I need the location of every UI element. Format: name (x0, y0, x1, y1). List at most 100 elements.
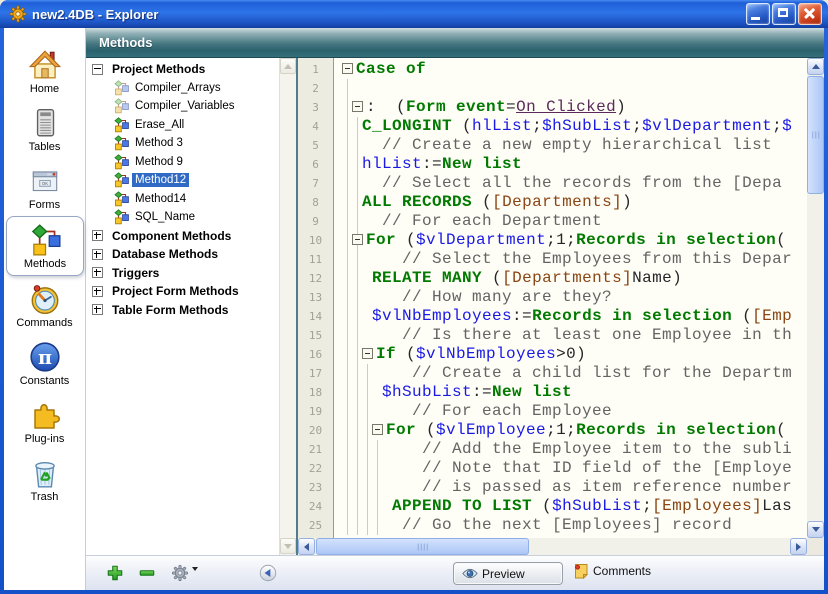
arrow-down-icon (812, 527, 820, 532)
code-line[interactable]: For ($vlDepartment;1;Records in selectio… (342, 231, 807, 250)
tree-item-compiler-variables[interactable]: Compiler_Variables (86, 97, 280, 116)
line-number: 18 (298, 383, 333, 402)
plus-icon (106, 564, 124, 582)
tree-item-component-methods[interactable]: Component Methods (86, 227, 280, 246)
svg-text:π: π (38, 345, 52, 368)
line-number-gutter: 1234567891011121314151617181920212223242… (298, 58, 334, 538)
preview-button[interactable]: Preview (453, 562, 563, 585)
expand-box-icon[interactable] (92, 304, 103, 315)
close-button[interactable] (798, 3, 822, 25)
code-area[interactable]: Case of : (Form event=On Clicked) C_LONG… (335, 58, 807, 538)
collapse-panel-button[interactable] (258, 563, 278, 583)
tree-item-project-methods[interactable]: Project Methods (86, 60, 280, 79)
methods-tree: Project MethodsCompiler_ArraysCompiler_V… (86, 59, 280, 555)
code-line[interactable]: $hSubList:=New list (342, 383, 807, 402)
code-line[interactable]: // Note that ID field of the [Employe (342, 459, 807, 478)
code-line[interactable]: : (Form event=On Clicked) (342, 98, 807, 117)
fold-collapse-icon[interactable] (352, 234, 363, 245)
tree-item-sql-name[interactable]: SQL_Name (86, 208, 280, 227)
code-line[interactable]: Case of (342, 60, 807, 79)
minimize-button[interactable] (746, 3, 770, 25)
tree-item-label: Triggers (109, 265, 162, 281)
sidebar-item-commands[interactable]: Commands (4, 276, 85, 334)
code-line[interactable]: // is passed as item reference number (342, 478, 807, 497)
sidebar-item-methods[interactable]: Methods (6, 216, 84, 276)
tree-item-database-methods[interactable]: Database Methods (86, 245, 280, 264)
code-line[interactable]: hlList:=New list (342, 155, 807, 174)
tree-item-method-3[interactable]: Method 3 (86, 134, 280, 153)
method-icon (113, 172, 129, 188)
code-line[interactable]: // Select the Employees from this Depar (342, 250, 807, 269)
sidebar-item-tables[interactable]: Tables (4, 100, 85, 158)
options-gear-button[interactable] (170, 563, 190, 583)
method-icon (113, 135, 129, 151)
tree-item-project-form-methods[interactable]: Project Form Methods (86, 282, 280, 301)
sidebar-item-constants[interactable]: πConstants (4, 334, 85, 392)
scroll-up-button[interactable] (280, 58, 296, 74)
svg-text:OK: OK (41, 181, 47, 186)
sidebar-item-trash[interactable]: Trash (4, 450, 85, 508)
scroll-right-button[interactable] (790, 538, 807, 555)
bottom-toolbar: Preview Comments (86, 555, 824, 590)
code-line[interactable]: $vlNbEmployees:=Records in selection ([E… (342, 307, 807, 326)
code-line[interactable]: // Add the Employee item to the subli (342, 440, 807, 459)
scroll-left-button[interactable] (298, 538, 315, 555)
code-line[interactable]: // Create a new empty hierarchical list (342, 136, 807, 155)
tree-item-label: Project Form Methods (109, 283, 242, 299)
methods-icon (28, 223, 62, 257)
tree-item-table-form-methods[interactable]: Table Form Methods (86, 301, 280, 320)
vertical-scrollbar[interactable] (807, 58, 824, 538)
code-editor[interactable]: 1234567891011121314151617181920212223242… (296, 58, 824, 555)
tree-item-method12[interactable]: Method12 (86, 171, 280, 190)
scroll-up-button[interactable] (807, 58, 824, 75)
code-line[interactable]: RELATE MANY ([Departments]Name) (342, 269, 807, 288)
expand-box-icon[interactable] (92, 230, 103, 241)
code-line[interactable]: // Is there at least one Employee in th (342, 326, 807, 345)
code-line[interactable]: // For each Employee (342, 402, 807, 421)
app-gear-icon[interactable] (9, 5, 27, 23)
line-number: 24 (298, 497, 333, 516)
expand-box-icon[interactable] (92, 249, 103, 260)
expand-box-icon[interactable] (92, 286, 103, 297)
code-line[interactable]: If ($vlNbEmployees>0) (342, 345, 807, 364)
collapse-box-icon[interactable] (92, 64, 103, 75)
tree-item-label: Component Methods (109, 228, 234, 244)
code-line[interactable]: ALL RECORDS ([Departments]) (342, 193, 807, 212)
code-line[interactable]: // Go the next [Employees] record (342, 516, 807, 535)
tree-item-label: SQL_Name (132, 210, 198, 224)
expand-box-icon[interactable] (92, 267, 103, 278)
code-line[interactable] (342, 79, 807, 98)
options-dropdown-arrow[interactable] (192, 571, 198, 589)
code-line[interactable]: APPEND TO LIST ($hSubList;[Employees]Las (342, 497, 807, 516)
scroll-down-button[interactable] (807, 521, 824, 538)
code-line[interactable]: For ($vlEmployee;1;Records in selection( (342, 421, 807, 440)
code-line[interactable]: // Select all the records from the [Depa (342, 174, 807, 193)
maximize-button[interactable] (772, 3, 796, 25)
fold-collapse-icon[interactable] (352, 101, 363, 112)
vertical-scroll-thumb[interactable] (807, 76, 824, 194)
code-line[interactable]: // For each Department (342, 212, 807, 231)
sidebar-item-forms[interactable]: OKForms (4, 158, 85, 216)
horizontal-scrollbar[interactable] (298, 538, 807, 555)
scroll-down-button[interactable] (280, 538, 296, 554)
tree-item-method14[interactable]: Method14 (86, 190, 280, 209)
tree-item-compiler-arrays[interactable]: Compiler_Arrays (86, 79, 280, 98)
tree-scrollbar[interactable] (279, 58, 296, 555)
code-line[interactable]: C_LONGINT (hlList;$hSubList;$vlDepartmen… (342, 117, 807, 136)
sidebar-item-home[interactable]: Home (4, 42, 85, 100)
fold-collapse-icon[interactable] (342, 63, 353, 74)
add-method-button[interactable] (105, 563, 125, 583)
horizontal-scroll-thumb[interactable] (316, 538, 529, 555)
tree-item-label: Method 3 (132, 136, 186, 150)
fold-collapse-icon[interactable] (372, 424, 383, 435)
tree-item-method-9[interactable]: Method 9 (86, 153, 280, 172)
code-line[interactable]: // Create a child list for the Departm (342, 364, 807, 383)
fold-collapse-icon[interactable] (362, 348, 373, 359)
sidebar-item-label: Home (30, 83, 59, 95)
comments-button[interactable]: Comments (573, 563, 651, 579)
tree-item-erase-all[interactable]: Erase_All (86, 116, 280, 135)
delete-method-button[interactable] (137, 563, 157, 583)
code-line[interactable]: // How many are they? (342, 288, 807, 307)
tree-item-triggers[interactable]: Triggers (86, 264, 280, 283)
sidebar-item-plug-ins[interactable]: Plug-ins (4, 392, 85, 450)
